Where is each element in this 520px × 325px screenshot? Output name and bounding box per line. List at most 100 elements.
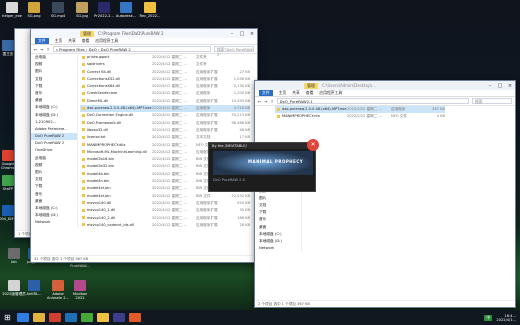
right-minimize-icon[interactable]: –: [485, 83, 495, 89]
right-close-icon[interactable]: ×: [505, 83, 515, 89]
right-explorer-window[interactable]: 管理 C:\Users\Admin\Desktop\... – □ × 文件 主页…: [254, 80, 516, 308]
desktop-icon[interactable]: Pr2022-2...: [92, 2, 116, 18]
nav-item[interactable]: 视频: [31, 61, 77, 68]
ribbon-tab[interactable]: 主页: [279, 90, 287, 96]
ribbon-tab[interactable]: 应用程序工具: [95, 38, 118, 44]
file-row[interactable]: sqldrivers 2022/4/12 星期二 ... 文件夹: [80, 61, 250, 68]
back-arrow-icon[interactable]: ←: [34, 47, 37, 52]
right-up-arrow-icon[interactable]: ↑: [270, 99, 273, 104]
file-row[interactable]: CorrectionsX64.dll 2022/4/12 星期二 ... 应用程序扩…: [80, 83, 250, 90]
file-row[interactable]: license.txt 2022/4/12 星期二 ... 文本文档 17 KB: [80, 134, 250, 141]
right-back-arrow-icon[interactable]: ←: [258, 99, 261, 104]
taskbar-app-icon[interactable]: [128, 313, 141, 322]
right-search-input[interactable]: 搜索: [472, 98, 512, 104]
file-row[interactable]: msvcp140_1.dll 2022/4/12 星期二 ... 应用程序扩展 35 …: [80, 207, 250, 214]
nav-item[interactable]: 音乐: [31, 191, 77, 198]
forward-arrow-icon[interactable]: →: [40, 47, 43, 52]
nav-item[interactable]: Adobe Premiere...: [31, 126, 77, 133]
file-row[interactable]: dxo.pureraw.2.0.0.48.(x64)-MPT.exe 2022/2…: [275, 106, 445, 114]
right-titlebar[interactable]: 管理 C:\Users\Admin\Desktop\... – □ ×: [255, 81, 515, 90]
right-maximize-icon[interactable]: □: [495, 83, 505, 89]
ribbon-tab[interactable]: 查看: [82, 38, 90, 44]
nav-item[interactable]: 本地磁盘 (D:): [31, 112, 77, 119]
ribbon-tab[interactable]: 主页: [55, 38, 63, 44]
nav-item[interactable]: 文档: [31, 176, 77, 183]
file-row[interactable]: model4xt.bin 2022/4/12 星期二 ... BIN 文件 22,43…: [80, 193, 250, 200]
taskbar-app-icon[interactable]: [64, 313, 77, 322]
nav-item[interactable]: 桌面: [31, 97, 77, 104]
nav-item[interactable]: 本地磁盘 (D:): [255, 238, 301, 245]
taskbar-app-icon[interactable]: [48, 313, 61, 322]
ribbon-tab[interactable]: 应用程序工具: [319, 90, 342, 96]
close-icon[interactable]: ×: [247, 31, 257, 37]
taskbar-app-icon[interactable]: [32, 313, 45, 322]
file-row[interactable]: msvcp140_2.dll 2022/4/12 星期二 ... 应用程序扩展 186…: [80, 215, 250, 222]
main-titlebar[interactable]: 管理 C:\Program Files\DaD\PureRAW 2 – □ ×: [31, 29, 257, 38]
nav-item[interactable]: 本地磁盘 (D:): [31, 212, 77, 219]
main-search-input[interactable]: 搜索"DxO PureRAW 2": [214, 46, 254, 57]
file-row[interactable]: DxO.Correction Engine.dll 2022/4/12 星期二 .…: [80, 112, 250, 119]
nav-item[interactable]: 下载: [31, 83, 77, 90]
nav-item[interactable]: 1-210902...: [31, 119, 77, 126]
up-arrow-icon[interactable]: ↑: [46, 47, 49, 52]
nav-item[interactable]: OneDrive: [31, 147, 77, 154]
nav-item[interactable]: 图片: [255, 195, 301, 202]
installer-splash[interactable]: By the /NEVITABLE/ MANIMAL PROPHECY DxO …: [208, 139, 319, 192]
desktop-icon[interactable]: Rec_2022...: [138, 2, 162, 18]
ribbon-tab[interactable]: 共享: [292, 90, 300, 96]
file-row[interactable]: CrashSender.exe 2022/4/12 星期二 ... 应用程序 1,20…: [80, 90, 250, 97]
desktop-icon[interactable]: SG.jpg: [70, 2, 94, 18]
right-context-tab-manage[interactable]: 管理: [304, 82, 318, 89]
nav-item[interactable]: 音乐: [255, 216, 301, 223]
taskbar-app-icon[interactable]: [112, 313, 125, 322]
taskbar-clock[interactable]: 16:4... 2022/4/1...: [496, 314, 516, 322]
nav-item[interactable]: 此电脑: [31, 54, 77, 61]
file-row[interactable]: DxO.Framework.dll 2022/4/12 星期二 ... 应用程序扩展…: [80, 120, 250, 127]
nav-item[interactable]: 本地磁盘 (C:): [255, 231, 301, 238]
maximize-icon[interactable]: □: [237, 31, 247, 37]
nav-item[interactable]: 桌面: [255, 224, 301, 231]
nav-item[interactable]: 文档: [31, 76, 77, 83]
desktop-icon[interactable]: Mudbox 2022: [68, 280, 92, 300]
main-breadcrumb[interactable]: « Program Files › DxO › DxO PureRAW 2: [52, 46, 211, 52]
start-icon[interactable]: ⊞: [4, 313, 11, 322]
desktop-icon[interactable]: SG.png: [22, 2, 46, 18]
right-forward-arrow-icon[interactable]: →: [264, 99, 267, 104]
desktop-icon[interactable]: Autodesk...: [114, 2, 138, 18]
file-row[interactable]: Correct 64.dll 2022/4/12 星期二 ... 应用程序扩展 27 …: [80, 69, 250, 76]
ribbon-tab[interactable]: 文件: [259, 90, 273, 96]
ribbon-tab[interactable]: 共享: [68, 38, 76, 44]
nav-item[interactable]: 桌面: [31, 198, 77, 205]
file-row[interactable]: dxo.pureraw.2.0.0.48.(x64)-MPT.exe 2022/4…: [80, 105, 250, 113]
nav-item[interactable]: DxO PureRAW 2: [31, 140, 77, 147]
nav-item[interactable]: 下载: [31, 183, 77, 190]
desktop-icon[interactable]: helper_exe: [0, 2, 24, 18]
tray-ime-badge[interactable]: 中: [484, 314, 493, 321]
file-row[interactable]: DirectML.dll 2022/4/12 星期二 ... 应用程序扩展 15,59…: [80, 98, 250, 105]
nav-item[interactable]: 本地磁盘 (C:): [31, 104, 77, 111]
nav-item[interactable]: 音乐: [31, 90, 77, 97]
taskbar-app-icon[interactable]: [80, 313, 93, 322]
file-row[interactable]: MANIMPROPHECY.nfo 2022/2/22 星期二 ... NFO 文件…: [275, 113, 445, 120]
ribbon-tab[interactable]: 文件: [35, 38, 49, 44]
nav-item[interactable]: 本地磁盘 (C:): [31, 205, 77, 212]
file-row[interactable]: msvcp140_codecvt_ids.dll 2022/4/12 星期二 ..…: [80, 222, 250, 229]
nav-item[interactable]: 文档: [255, 202, 301, 209]
nav-item[interactable]: 图片: [31, 68, 77, 75]
context-tab-manage[interactable]: 管理: [80, 30, 94, 37]
ribbon-tab[interactable]: 查看: [306, 90, 314, 96]
desktop-icon[interactable]: SG.mp4: [46, 2, 70, 18]
nav-item[interactable]: 下载: [255, 209, 301, 216]
nav-item[interactable]: 此电脑: [31, 155, 77, 162]
taskbar-app-icon[interactable]: [96, 313, 109, 322]
nav-item[interactable]: 图片: [31, 169, 77, 176]
file-row[interactable]: libexp32.dll 2022/4/12 星期二 ... 应用程序扩展 48 KB: [80, 127, 250, 134]
nav-item[interactable]: Network: [31, 219, 77, 226]
minimize-icon[interactable]: –: [227, 31, 237, 37]
desktop-icon[interactable]: AnKRL...: [22, 280, 46, 296]
file-row[interactable]: printsupport 2022/4/12 星期二 ... 文件夹: [80, 54, 250, 61]
right-breadcrumb[interactable]: DxO_PureRAW2.1: [276, 98, 469, 104]
splash-close-icon[interactable]: ✕: [307, 139, 319, 151]
nav-item[interactable]: Network: [255, 245, 301, 252]
nav-item[interactable]: 视频: [31, 162, 77, 169]
